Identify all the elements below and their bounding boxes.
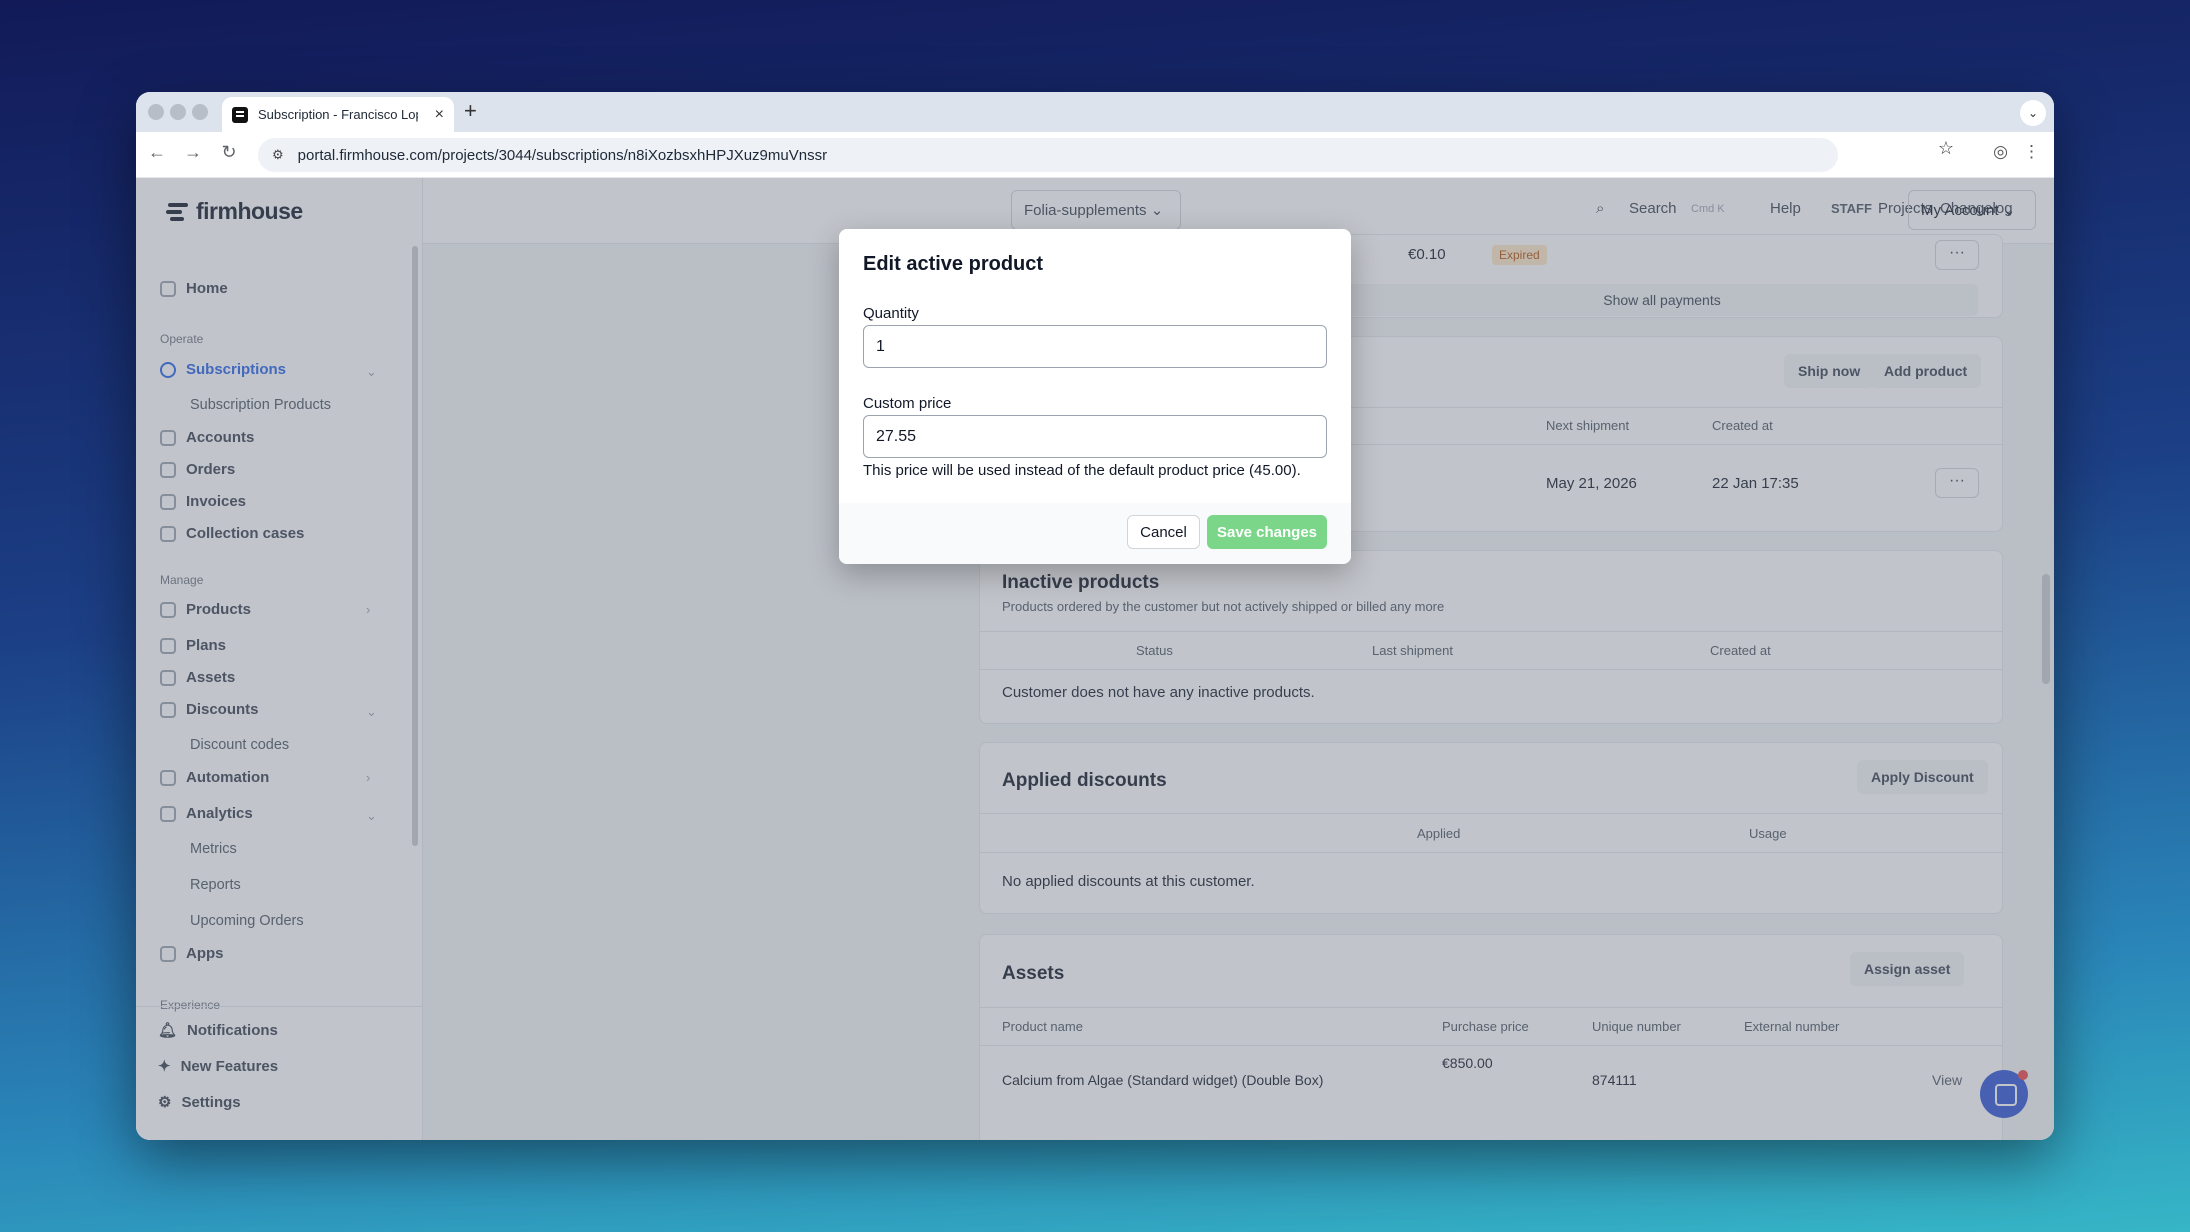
profile-icon[interactable]: ◎ [1993,142,2008,162]
cancel-button[interactable]: Cancel [1127,515,1200,549]
tab-search-icon[interactable]: ⌄ [2020,100,2046,126]
maximize-window-button[interactable] [192,104,208,120]
edit-product-modal: Edit active product Quantity Custom pric… [839,229,1351,564]
modal-footer: Cancel Save changes [839,503,1351,564]
quantity-label: Quantity [863,305,919,322]
minimize-window-button[interactable] [170,104,186,120]
url-text: portal.firmhouse.com/projects/3044/subsc… [297,146,828,164]
browser-toolbar: ← → ↻ ⚙ portal.firmhouse.com/projects/30… [136,132,2054,178]
tab-strip: Subscription - Francisco Lopez × + ⌄ [136,92,2054,132]
firmhouse-favicon-icon [232,106,248,123]
back-icon[interactable]: ← [144,142,170,163]
browser-tab[interactable]: Subscription - Francisco Lopez × [222,97,454,132]
modal-title: Edit active product [863,253,1044,275]
forward-icon[interactable]: → [180,142,206,163]
close-window-button[interactable] [148,104,164,120]
site-settings-icon[interactable]: ⚙ [272,147,284,163]
save-changes-button[interactable]: Save changes [1207,515,1327,549]
custom-price-input[interactable] [863,415,1327,458]
price-help-text: This price will be used instead of the d… [863,462,1301,479]
browser-menu-icon[interactable]: ⋮ [2023,142,2040,162]
address-bar[interactable]: ⚙ portal.firmhouse.com/projects/3044/sub… [258,138,1838,172]
close-tab-icon[interactable]: × [435,106,444,124]
custom-price-label: Custom price [863,395,952,412]
reload-icon[interactable]: ↻ [216,142,242,163]
tab-title: Subscription - Francisco Lopez [258,107,418,122]
new-tab-icon[interactable]: + [464,98,477,124]
quantity-input[interactable] [863,325,1327,368]
bookmark-star-icon[interactable]: ☆ [1938,138,1954,159]
